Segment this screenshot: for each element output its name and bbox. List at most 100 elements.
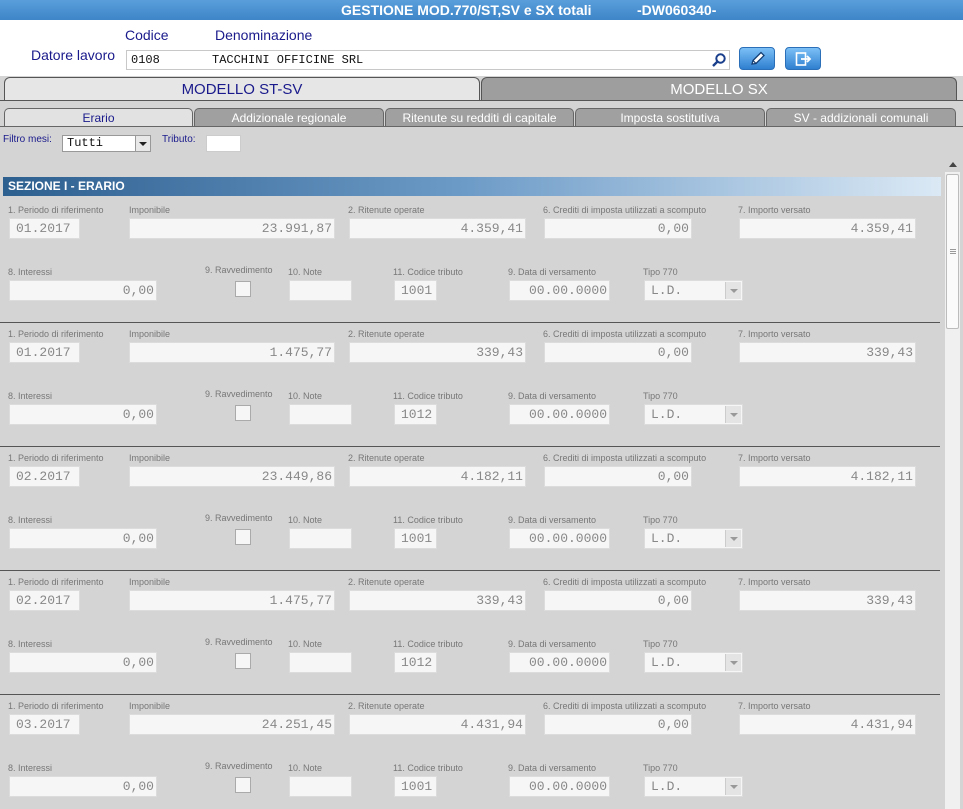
tipo770-select[interactable]: L.D.	[644, 776, 743, 797]
filtro-mesi-select[interactable]: Tutti	[62, 135, 151, 152]
importo-field[interactable]: 4.182,11	[739, 466, 916, 487]
tipo770-value: L.D.	[651, 655, 683, 670]
window-title: GESTIONE MOD.770/ST,SV e SX totali	[341, 2, 592, 18]
crediti-field[interactable]: 0,00	[544, 342, 692, 363]
exit-button[interactable]	[785, 47, 821, 70]
chevron-down-icon[interactable]	[725, 778, 741, 795]
note-label: 10. Note	[288, 391, 323, 401]
ravvedimento-checkbox[interactable]	[235, 777, 251, 793]
record-separator	[0, 446, 940, 447]
interessi-label: 8. Interessi	[8, 515, 53, 525]
note-field[interactable]	[289, 280, 352, 301]
periodo-field[interactable]: 01.2017	[9, 218, 80, 239]
imponibile-field[interactable]: 24.251,45	[129, 714, 335, 735]
importo-field[interactable]: 4.359,41	[739, 218, 916, 239]
crediti-field[interactable]: 0,00	[544, 714, 692, 735]
periodo-label: 1. Periodo di riferimento	[8, 701, 104, 711]
ravvedimento-checkbox[interactable]	[235, 281, 251, 297]
periodo-field[interactable]: 01.2017	[9, 342, 80, 363]
chevron-down-icon[interactable]	[725, 654, 741, 671]
note-label: 10. Note	[288, 763, 323, 773]
imponibile-label: Imponibile	[129, 205, 171, 215]
chevron-down-icon[interactable]	[725, 530, 741, 547]
interessi-field[interactable]: 0,00	[9, 280, 157, 301]
interessi-field[interactable]: 0,00	[9, 776, 157, 797]
chevron-down-icon[interactable]	[725, 406, 741, 423]
importo-field[interactable]: 339,43	[739, 342, 916, 363]
tab-modello-sx[interactable]: MODELLO SX	[481, 77, 957, 101]
codice-tributo-field[interactable]: 1001	[394, 528, 437, 549]
interessi-field[interactable]: 0,00	[9, 652, 157, 673]
crediti-field[interactable]: 0,00	[544, 218, 692, 239]
data-versamento-field[interactable]: 00.00.0000	[509, 404, 610, 425]
chevron-down-icon[interactable]	[725, 282, 741, 299]
ritenute-label: 2. Ritenute operate	[348, 205, 425, 215]
interessi-label: 8. Interessi	[8, 391, 53, 401]
section-header: SEZIONE I - ERARIO	[3, 177, 941, 196]
ravvedimento-checkbox[interactable]	[235, 529, 251, 545]
codice-tributo-field[interactable]: 1012	[394, 652, 437, 673]
ritenute-field[interactable]: 4.182,11	[349, 466, 526, 487]
edit-button[interactable]	[739, 47, 775, 70]
erario-record: 1. Periodo di riferimento Imponibile 2. Ri…	[0, 694, 945, 809]
data-versamento-field[interactable]: 00.00.0000	[509, 652, 610, 673]
codice-tributo-label: 11. Codice tributo	[393, 515, 463, 525]
erario-record: 1. Periodo di riferimento Imponibile 2. Ri…	[0, 570, 945, 696]
record-separator	[0, 570, 940, 571]
main-tabs-divider	[0, 100, 963, 101]
imponibile-field[interactable]: 1.475,77	[129, 590, 335, 611]
note-field[interactable]	[289, 652, 352, 673]
tributo-input[interactable]	[206, 135, 241, 152]
data-versamento-label: 9. Data di versamento	[508, 515, 597, 525]
search-icon[interactable]	[711, 52, 727, 74]
importo-field[interactable]: 339,43	[739, 590, 916, 611]
ritenute-field[interactable]: 339,43	[349, 590, 526, 611]
tab-erario[interactable]: Erario	[4, 108, 193, 127]
periodo-label: 1. Periodo di riferimento	[8, 205, 104, 215]
tab-addizionale-regionale[interactable]: Addizionale regionale	[194, 108, 384, 127]
periodo-field[interactable]: 03.2017	[9, 714, 80, 735]
chevron-down-icon[interactable]	[135, 136, 150, 151]
interessi-field[interactable]: 0,00	[9, 528, 157, 549]
data-versamento-field[interactable]: 00.00.0000	[509, 280, 610, 301]
tab-sv-addizionali-comunali[interactable]: SV - addizionali comunali	[766, 108, 956, 127]
tipo770-select[interactable]: L.D.	[644, 652, 743, 673]
periodo-field[interactable]: 02.2017	[9, 466, 80, 487]
note-label: 10. Note	[288, 515, 323, 525]
tipo770-select[interactable]: L.D.	[644, 528, 743, 549]
erario-record: 1. Periodo di riferimento Imponibile 2. Ri…	[0, 200, 945, 324]
scroll-up-icon[interactable]	[945, 157, 960, 172]
crediti-label: 6. Crediti di imposta utilizzati a scomp…	[543, 577, 707, 587]
codice-tributo-field[interactable]: 1001	[394, 280, 437, 301]
imponibile-field[interactable]: 23.449,86	[129, 466, 335, 487]
datore-lavoro-field[interactable]: 0108 TACCHINI OFFICINE SRL	[126, 50, 730, 70]
ravvedimento-checkbox[interactable]	[235, 653, 251, 669]
ravvedimento-checkbox[interactable]	[235, 405, 251, 421]
importo-label: 7. Importo versato	[738, 205, 811, 215]
interessi-field[interactable]: 0,00	[9, 404, 157, 425]
tab-modello-st-sv[interactable]: MODELLO ST-SV	[4, 77, 480, 101]
codice-tributo-field[interactable]: 1001	[394, 776, 437, 797]
ritenute-field[interactable]: 4.359,41	[349, 218, 526, 239]
ritenute-field[interactable]: 339,43	[349, 342, 526, 363]
note-field[interactable]	[289, 776, 352, 797]
note-field[interactable]	[289, 528, 352, 549]
imponibile-field[interactable]: 1.475,77	[129, 342, 335, 363]
data-versamento-label: 9. Data di versamento	[508, 267, 597, 277]
data-versamento-field[interactable]: 00.00.0000	[509, 528, 610, 549]
crediti-field[interactable]: 0,00	[544, 466, 692, 487]
importo-field[interactable]: 4.431,94	[739, 714, 916, 735]
periodo-field[interactable]: 02.2017	[9, 590, 80, 611]
tab-imposta-sostitutiva[interactable]: Imposta sostitutiva	[575, 108, 765, 127]
tab-ritenute-redditi-capitale[interactable]: Ritenute su redditi di capitale	[385, 108, 574, 127]
tipo770-select[interactable]: L.D.	[644, 404, 743, 425]
crediti-field[interactable]: 0,00	[544, 590, 692, 611]
scrollbar-thumb[interactable]	[946, 174, 959, 329]
ritenute-field[interactable]: 4.431,94	[349, 714, 526, 735]
note-field[interactable]	[289, 404, 352, 425]
imponibile-field[interactable]: 23.991,87	[129, 218, 335, 239]
record-separator	[0, 322, 940, 323]
data-versamento-field[interactable]: 00.00.0000	[509, 776, 610, 797]
tipo770-select[interactable]: L.D.	[644, 280, 743, 301]
codice-tributo-field[interactable]: 1012	[394, 404, 437, 425]
